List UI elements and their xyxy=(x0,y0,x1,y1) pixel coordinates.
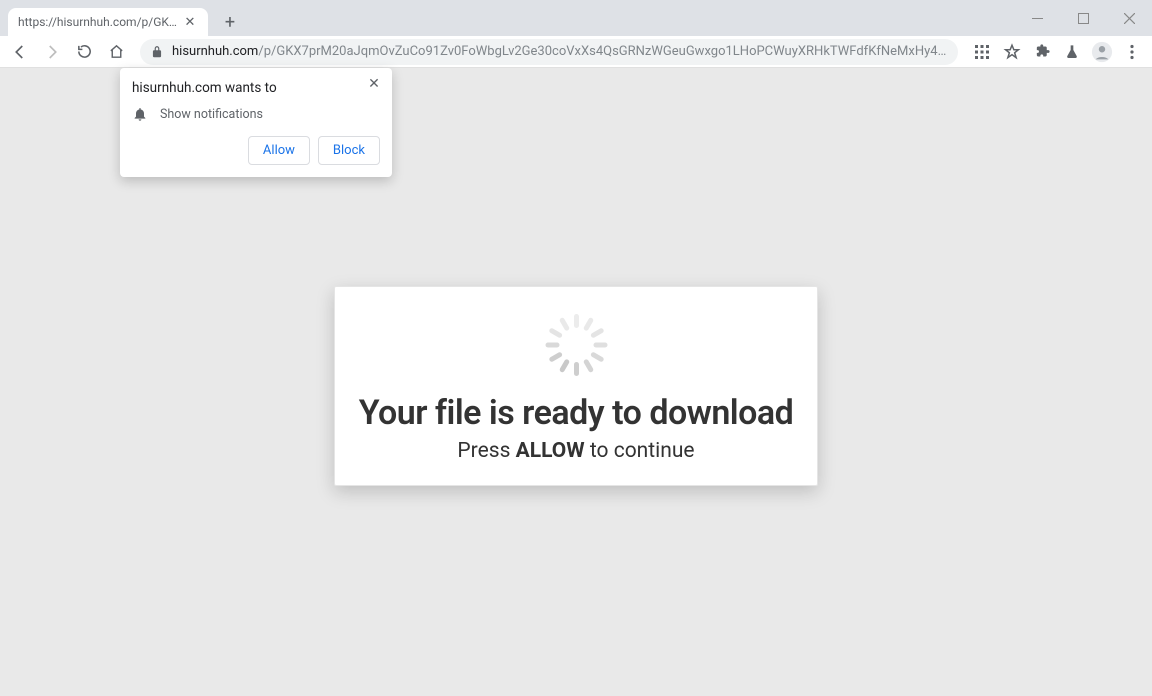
notification-permission-popup: ✕ hisurnhuh.com wants to Show notificati… xyxy=(120,68,392,177)
new-tab-button[interactable]: + xyxy=(216,8,244,36)
url-path: /p/GKX7prM20aJqmOvZuCo91Zv0FoWbgLv2Ge30c… xyxy=(258,44,948,59)
block-button[interactable]: Block xyxy=(318,136,380,165)
apps-icon[interactable] xyxy=(968,38,996,66)
tab-title: https://hisurnhuh.com/p/GKX7p xyxy=(18,15,182,29)
download-card: Your file is ready to download Press ALL… xyxy=(334,286,818,486)
spinner-icon xyxy=(544,313,608,377)
bell-icon xyxy=(132,106,148,122)
sub-strong: ALLOW xyxy=(516,439,585,463)
close-icon[interactable]: ✕ xyxy=(364,74,384,94)
permission-text: Show notifications xyxy=(160,107,263,122)
permission-item: Show notifications xyxy=(132,106,380,122)
address-bar[interactable]: hisurnhuh.com /p/GKX7prM20aJqmOvZuCo91Zv… xyxy=(140,39,958,65)
bookmark-star-icon[interactable] xyxy=(998,38,1026,66)
tab-strip: https://hisurnhuh.com/p/GKX7p ✕ + xyxy=(0,8,1152,36)
sub-suffix: to continue xyxy=(585,439,695,463)
url-domain: hisurnhuh.com xyxy=(172,44,258,59)
browser-toolbar: hisurnhuh.com /p/GKX7prM20aJqmOvZuCo91Zv… xyxy=(0,36,1152,68)
sub-prefix: Press xyxy=(457,439,515,463)
extensions-icon[interactable] xyxy=(1028,38,1056,66)
maximize-button[interactable] xyxy=(1060,0,1106,36)
profile-icon[interactable] xyxy=(1088,38,1116,66)
download-subtext: Press ALLOW to continue xyxy=(355,439,797,463)
menu-icon[interactable] xyxy=(1118,38,1146,66)
toolbar-actions xyxy=(968,38,1146,66)
page-content: ✕ hisurnhuh.com wants to Show notificati… xyxy=(0,68,1152,696)
window-controls xyxy=(1014,0,1152,36)
back-button[interactable] xyxy=(6,38,34,66)
close-tab-icon[interactable]: ✕ xyxy=(182,14,198,30)
download-heading: Your file is ready to download xyxy=(355,393,797,433)
home-button[interactable] xyxy=(102,38,130,66)
close-window-button[interactable] xyxy=(1106,0,1152,36)
permission-actions: Allow Block xyxy=(132,136,380,165)
lab-icon[interactable] xyxy=(1058,38,1086,66)
lock-icon xyxy=(150,45,164,59)
browser-tab[interactable]: https://hisurnhuh.com/p/GKX7p ✕ xyxy=(8,8,208,36)
permission-title: hisurnhuh.com wants to xyxy=(132,80,380,96)
window-titlebar xyxy=(0,0,1152,8)
minimize-button[interactable] xyxy=(1014,0,1060,36)
forward-button[interactable] xyxy=(38,38,66,66)
reload-button[interactable] xyxy=(70,38,98,66)
allow-button[interactable]: Allow xyxy=(248,136,310,165)
